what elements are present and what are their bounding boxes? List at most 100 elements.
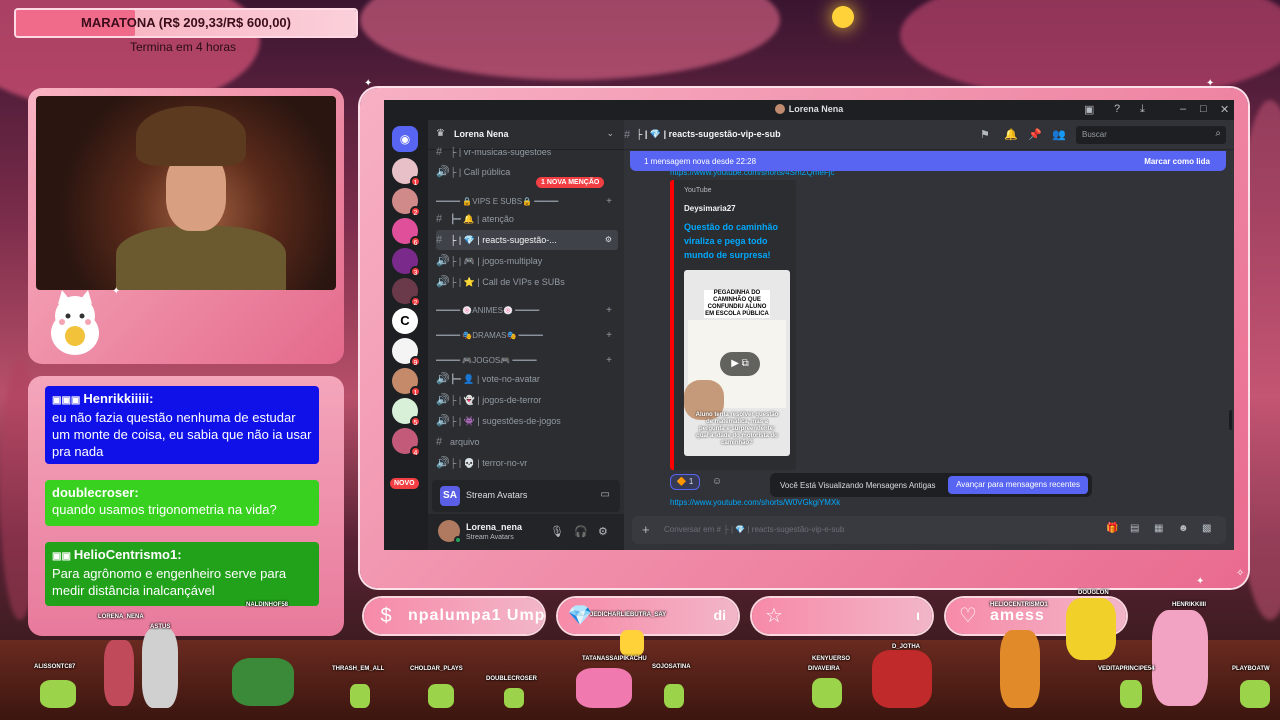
threads-icon[interactable]: ⚑ xyxy=(980,128,990,141)
embed-title[interactable]: Questão do caminhão viraliza e pega todo… xyxy=(684,220,790,262)
channel-item[interactable]: # arquivo xyxy=(436,432,618,452)
bell-icon[interactable]: 🔔 xyxy=(1004,128,1018,141)
channel-category[interactable]: ━━━━━ 🍥ANIMES🍥 ━━━━━ + xyxy=(436,303,618,319)
play-icon[interactable]: ▶ ⧉ xyxy=(720,352,760,376)
video-thumbnail[interactable]: PEGADINHA DO CAMINHÃO QUE CONFUNDIU ALUN… xyxy=(684,270,790,456)
embed-provider: YouTube xyxy=(684,187,712,194)
activity-bar[interactable]: SA Stream Avatars ▭ xyxy=(432,480,620,512)
jump-to-present-button[interactable]: Avançar para mensagens recentes xyxy=(948,476,1088,494)
channel-item-active[interactable]: # ├ | 💎 | reacts-sugestão-... ⚙ xyxy=(436,230,618,250)
add-channel-icon[interactable]: + xyxy=(606,328,612,344)
speaker-icon: 🔊 xyxy=(436,276,450,288)
chat-username: HelioCentrismo1: xyxy=(73,547,182,562)
mention-pill[interactable]: 1 NOVA MENÇÃO xyxy=(536,177,605,188)
channel-settings-icon[interactable]: ⚙ xyxy=(605,230,612,250)
channel-item[interactable]: # ├ | vr-musicas-sugestoes xyxy=(436,142,618,162)
maximize-button[interactable]: □ xyxy=(1200,103,1207,115)
sparkle-icon: ✦ xyxy=(1196,576,1205,587)
alert-text: amess xyxy=(990,607,1045,624)
embed-author[interactable]: Deysimaria27 xyxy=(684,204,736,213)
viewer-name-tag: HENRIKKIIII xyxy=(1172,602,1207,608)
gear-icon[interactable]: ⚙ xyxy=(598,525,608,538)
mark-as-read-button[interactable]: Marcar como lida xyxy=(1144,157,1210,166)
members-icon[interactable]: 👥 xyxy=(1052,128,1066,141)
thumbnail-caption-bottom: Aluno tenta resolver questão de matemáti… xyxy=(695,412,779,446)
chat-message: ▣▣ HelioCentrismo1: Para agrônomo e engen… xyxy=(45,542,319,606)
old-messages-bar: Você Está Visualizando Mensagens Antigas… xyxy=(770,473,1092,497)
message-composer[interactable]: + Conversar em # ├ | 💎 | reacts-sugestão… xyxy=(632,516,1226,544)
server-icon[interactable]: 5 xyxy=(392,398,421,427)
viewer-name-tag: TATANASSAIPIKACHU xyxy=(582,656,647,662)
server-icon[interactable]: 2 xyxy=(392,188,421,217)
channel-category[interactable]: ━━━━━ 🎮JOGOS🎮 ━━━━━ + xyxy=(436,353,618,369)
add-channel-icon[interactable]: + xyxy=(606,194,612,210)
add-reaction-icon[interactable]: ☺ xyxy=(710,475,724,489)
viewer-name-tag: NALDINHOF58 xyxy=(246,602,289,608)
reaction-chip[interactable]: 🔶 1 xyxy=(670,474,700,490)
chat-message: doublecroser: quando usamos trigonometri… xyxy=(45,480,319,526)
channel-item[interactable]: # ┣━ 🔔 | atenção xyxy=(436,209,618,229)
viewer-avatar-sprite xyxy=(104,640,134,706)
viewer-avatar-sprite xyxy=(1152,610,1208,706)
viewer-name-tag: PLAYBOATW xyxy=(1232,666,1270,672)
channel-item[interactable]: 🔊├ | 💀 | terror-no-vr xyxy=(436,453,618,473)
channel-category[interactable]: ━━━━━ 🎭DRAMAS🎭 ━━━━━ + xyxy=(436,328,618,344)
server-icon[interactable]: 2 xyxy=(392,278,421,307)
channel-category[interactable]: ━━━━━ 🔒VIPS E SUBS🔒 ━━━━━ + xyxy=(436,194,618,210)
server-icon[interactable]: 4 xyxy=(392,428,421,457)
help-icon[interactable]: ? xyxy=(1114,103,1120,115)
new-badge[interactable]: NOVO xyxy=(390,478,419,489)
channel-item[interactable]: 🔊├ | ⭐ | Call de VIPs e SUBs xyxy=(436,272,618,292)
chat-username: Henrikkiiiii: xyxy=(83,391,154,406)
sticker-icon[interactable]: ▦ xyxy=(1154,523,1163,534)
viewer-avatar-sprite xyxy=(142,628,178,708)
add-channel-icon[interactable]: + xyxy=(606,353,612,369)
viewer-avatar-sprite xyxy=(1240,680,1270,708)
channel-item[interactable]: 🔊┣━ 👤 | vote-no-avatar xyxy=(436,369,618,389)
channel-item[interactable]: 🔊├ | 🎮 | jogos-multiplay xyxy=(436,251,618,271)
viewer-name-tag: CHOLDAR_PLAYS xyxy=(410,666,463,672)
viewer-avatar-sprite xyxy=(576,668,632,708)
headphones-icon[interactable]: 🎧 xyxy=(574,525,588,538)
server-icon[interactable]: 3 xyxy=(392,248,421,277)
chevron-down-icon: ⌄ xyxy=(606,128,614,138)
download-icon[interactable]: ⤓ xyxy=(1140,103,1145,116)
blossom-tree xyxy=(360,0,780,80)
microphone-icon[interactable]: 🎙 xyxy=(550,525,564,538)
channel-item[interactable]: 🔊├ | 👻 | jogos-de-terror xyxy=(436,390,618,410)
speaker-icon: 🔊 xyxy=(436,394,450,406)
thumbnail-caption-top: PEGADINHA DO CAMINHÃO QUE CONFUNDIU ALUN… xyxy=(704,290,770,318)
goal-label: MARATONA (R$ 209,33/R$ 600,00) xyxy=(80,15,291,30)
server-icon[interactable]: 9 xyxy=(392,338,421,367)
server-list: ◉ 1 2 6 3 2 C 9 1 5 4 NOVO xyxy=(384,120,428,550)
message-link[interactable]: https://www.youtube.com/shorts/W0VGkgiYM… xyxy=(670,498,840,507)
discord-home-icon[interactable]: ◉ xyxy=(392,126,418,152)
server-icon[interactable]: C xyxy=(392,308,418,334)
pin-icon[interactable]: 📌 xyxy=(1028,128,1042,141)
current-channel-name: ├ | 💎 | reacts-sugestão-vip-e-sub xyxy=(636,129,781,139)
server-icon[interactable]: 1 xyxy=(392,368,421,397)
inbox-icon[interactable]: ▣ xyxy=(1084,103,1094,116)
scrollbar[interactable] xyxy=(1229,410,1232,430)
server-icon[interactable]: 6 xyxy=(392,218,421,247)
webcam-video xyxy=(36,96,336,290)
channel-item[interactable]: 🔊├ | 👾 | sugestões-de-jogos xyxy=(436,411,618,431)
online-status-icon xyxy=(454,536,462,544)
add-channel-icon[interactable]: + xyxy=(606,303,612,319)
gift-icon[interactable]: 🎁 xyxy=(1106,523,1118,534)
gif-icon[interactable]: ▤ xyxy=(1130,523,1139,534)
speaker-icon: 🔊 xyxy=(436,255,450,267)
emoji-icon[interactable]: ☻ xyxy=(1178,523,1189,534)
apps-icon[interactable]: ▩ xyxy=(1202,523,1211,534)
close-button[interactable]: ✕ xyxy=(1220,103,1229,116)
server-name: Lorena Nena xyxy=(454,129,509,139)
server-icon[interactable]: 1 xyxy=(392,158,421,187)
lucky-cat-mascot xyxy=(51,290,99,355)
minimize-button[interactable]: – xyxy=(1180,103,1186,115)
activity-action-icon[interactable]: ▭ xyxy=(601,489,610,500)
search-input[interactable]: Buscar ⌕ xyxy=(1076,126,1226,144)
hash-icon: # xyxy=(436,213,443,225)
new-messages-banner[interactable]: 1 mensagem nova desde 22:28 Marcar como … xyxy=(630,151,1226,171)
add-attachment-icon[interactable]: + xyxy=(642,522,650,537)
old-messages-text: Você Está Visualizando Mensagens Antigas xyxy=(780,481,936,490)
